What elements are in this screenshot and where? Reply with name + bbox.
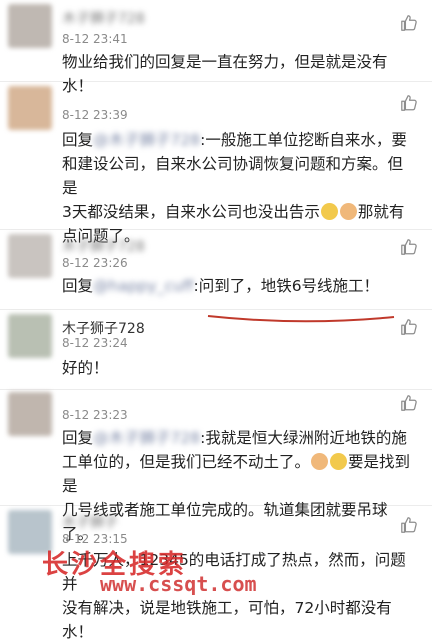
reply-keyword: 回复 (62, 429, 94, 447)
comment-line: 没有解决，说是地铁施工，可怕，72小时都没有 (62, 599, 392, 617)
mention-link[interactable]: @happy_cuff (93, 277, 193, 295)
cat-face-emoji-icon (311, 453, 329, 470)
comment-item: 8-12 23:39 回复@木子狮子728:一般施工单位挖断自来水，要 和建设公… (0, 82, 432, 245)
thumbs-up-icon[interactable] (400, 14, 418, 32)
thumbs-up-icon[interactable] (400, 318, 418, 336)
comment-line: :我就是恒大绿洲附近地铁的施 (200, 429, 407, 447)
watermark-url: www.cssqt.com (100, 572, 257, 596)
comment-item: 木子狮子728 8-12 23:26 回复@happy_cuff:问到了，地铁6… (0, 230, 432, 310)
comment-line: 3天都没结果，自来水公司也没出告示 (62, 203, 320, 221)
avatar[interactable] (8, 234, 52, 278)
avatar[interactable] (8, 4, 52, 48)
commenter-name[interactable]: 木子狮子728 (62, 8, 145, 28)
comment-line: 水！ (62, 623, 94, 641)
commenter-name[interactable]: 木子狮子 (62, 512, 118, 532)
comment-line: 和建设公司，自来水公司协调恢复问题和方案。但是 (62, 155, 404, 197)
comment-item: 木子狮子728 8-12 23:24 好的！ (0, 310, 432, 390)
cat-face-emoji-icon (339, 203, 357, 220)
comment-item: 木子狮子728 8-12 23:41 物业给我们的回复是一直在努力，但是就是没有… (0, 0, 432, 95)
comment-time: 8-12 23:39 (62, 108, 128, 122)
comment-text: 回复@happy_cuff:问到了，地铁6号线施工！ (62, 274, 412, 298)
comment-text: 好的！ (62, 359, 109, 377)
commenter-name[interactable]: 木子狮子728 (62, 236, 145, 256)
reply-keyword: 回复 (62, 131, 94, 149)
commenter-name[interactable]: 木子狮子728 (62, 318, 145, 338)
comment-time: 8-12 23:41 (62, 32, 128, 46)
thumbs-up-icon[interactable] (400, 394, 418, 412)
thumbs-up-icon[interactable] (400, 516, 418, 534)
comment-feed: 木子狮子728 8-12 23:41 物业给我们的回复是一直在努力，但是就是没有… (0, 0, 432, 641)
comment-line: :一般施工单位挖断自来水，要 (200, 131, 407, 149)
comment-line: 工单位的，但是我们已经不动土了。 (62, 453, 311, 471)
comment-line: 那就有 (357, 203, 405, 221)
avatar[interactable] (8, 314, 52, 358)
comment-time: 8-12 23:26 (62, 256, 128, 270)
grin-emoji-icon (320, 203, 338, 220)
grin-emoji-icon (330, 453, 348, 470)
mention-link[interactable]: @木子狮子728 (93, 429, 200, 447)
thumbs-up-icon[interactable] (400, 238, 418, 256)
comment-time: 8-12 23:24 (62, 336, 128, 350)
comment-time: 8-12 23:23 (62, 408, 128, 422)
avatar[interactable] (8, 392, 52, 436)
comment-line: :问到了，地铁6号线施工！ (193, 277, 380, 295)
mention-link[interactable]: @木子狮子728 (93, 131, 200, 149)
avatar[interactable] (8, 86, 52, 130)
comment-item: 8-12 23:23 回复@木子狮子728:我就是恒大绿洲附近地铁的施 工单位的… (0, 390, 432, 543)
reply-keyword: 回复 (62, 277, 94, 295)
thumbs-up-icon[interactable] (400, 94, 418, 112)
